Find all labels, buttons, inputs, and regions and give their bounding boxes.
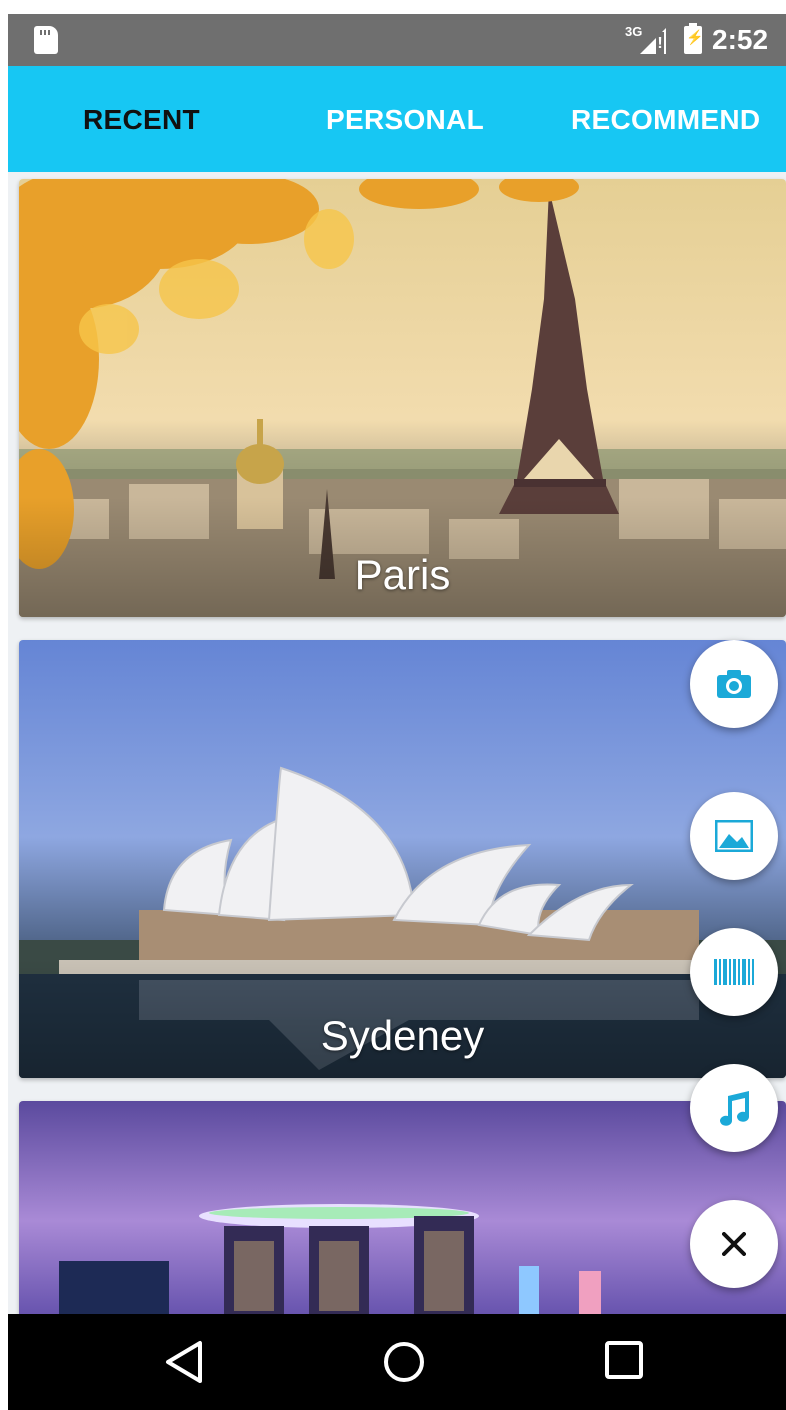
tab-recommend[interactable]: RECOMMEND — [571, 104, 760, 136]
card-caption: Sydeney — [320, 1012, 485, 1059]
camera-icon — [717, 670, 751, 698]
image-icon — [715, 820, 753, 852]
camera-button[interactable] — [690, 640, 778, 728]
system-nav-bar — [8, 1314, 786, 1410]
sd-card-icon — [34, 26, 58, 54]
card-caption: Paris — [354, 551, 451, 598]
gallery-button[interactable] — [690, 792, 778, 880]
music-button[interactable] — [690, 1064, 778, 1152]
clock: 2:52 — [712, 24, 769, 55]
signal-warning-icon: ! — [656, 32, 664, 56]
barcode-button[interactable] — [690, 928, 778, 1016]
recents-icon[interactable] — [604, 1340, 644, 1380]
home-icon[interactable] — [382, 1340, 426, 1384]
tab-bar: RECENT PERSONAL RECOMMEND — [8, 66, 786, 172]
active-tab-indicator — [8, 168, 270, 172]
app-screen: 3G ! 2:52 RECENT PERSONAL RECOMMEND — [8, 14, 786, 1410]
back-icon[interactable] — [164, 1340, 204, 1384]
music-icon — [720, 1091, 749, 1126]
city-card-paris[interactable]: Paris — [19, 179, 786, 617]
city-card-sydney[interactable]: Sydeney — [19, 640, 786, 1078]
tab-personal[interactable]: PERSONAL — [326, 104, 484, 136]
tab-recent[interactable]: RECENT — [83, 104, 200, 136]
close-menu-button[interactable] — [690, 1200, 778, 1288]
status-bar: 3G ! 2:52 — [8, 14, 786, 66]
battery-charging-icon — [684, 23, 703, 54]
barcode-icon — [714, 959, 754, 985]
close-icon — [722, 1232, 746, 1256]
